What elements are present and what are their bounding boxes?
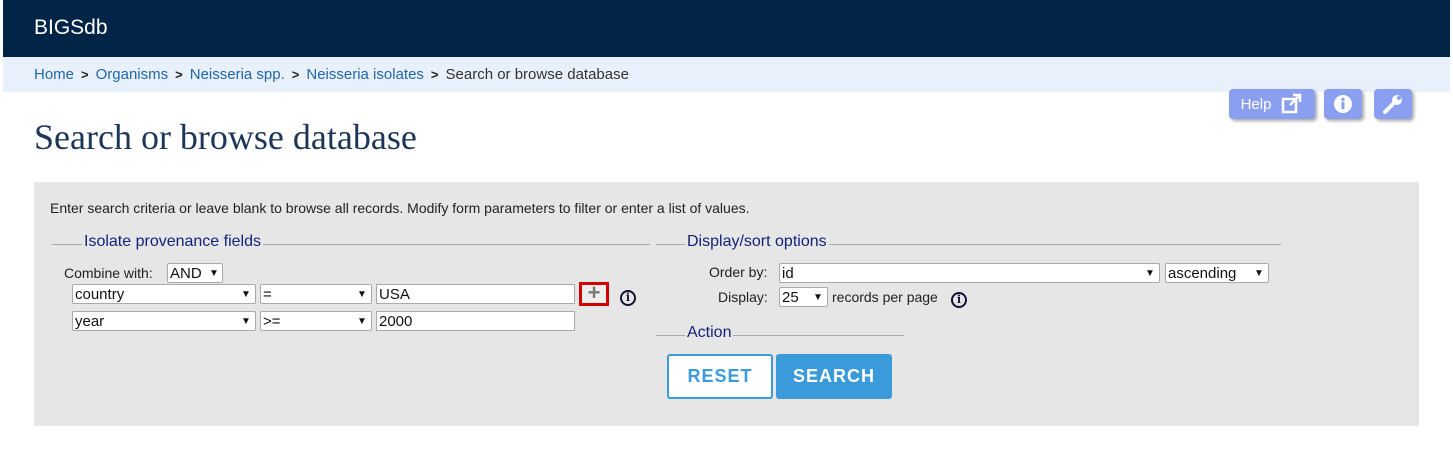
breadcrumb-neisseria-spp[interactable]: Neisseria spp. <box>190 66 285 83</box>
info-button[interactable] <box>1324 89 1362 119</box>
breadcrumb-current: Search or browse database <box>445 66 629 83</box>
combine-label: Combine with: <box>64 265 153 281</box>
wrench-icon <box>1383 95 1402 114</box>
field-select-2[interactable]: year <box>72 311 256 331</box>
value-input-2[interactable] <box>376 311 575 331</box>
admin-tools-button[interactable] <box>1374 89 1412 119</box>
info-circle-icon <box>1334 95 1352 113</box>
site-brand[interactable]: BIGSdb <box>34 16 108 40</box>
order-by-select[interactable]: id <box>779 263 1160 283</box>
combine-select[interactable]: AND <box>167 263 223 283</box>
external-link-icon <box>1282 93 1302 114</box>
records-per-page-select[interactable]: 25 <box>779 287 828 307</box>
provenance-legend: Isolate provenance fields <box>82 233 263 251</box>
breadcrumb-separator: > <box>430 67 439 82</box>
page-title: Search or browse database <box>34 117 417 157</box>
breadcrumb-neisseria-isolates[interactable]: Neisseria isolates <box>306 66 424 83</box>
display-label: Display: <box>718 289 768 305</box>
form-intro-text: Enter search criteria or leave blank to … <box>50 200 750 216</box>
help-button[interactable]: Help <box>1229 89 1315 119</box>
action-legend: Action <box>685 324 734 342</box>
site-header: BIGSdb <box>3 0 1450 57</box>
value-input-1[interactable] <box>376 284 575 304</box>
records-per-page-label: records per page <box>832 289 938 305</box>
add-row-button[interactable]: + <box>579 282 609 306</box>
display-legend: Display/sort options <box>685 233 829 251</box>
breadcrumb-home[interactable]: Home <box>34 66 74 83</box>
operator-select-1[interactable]: = <box>260 284 372 304</box>
info-icon[interactable]: i <box>620 290 636 306</box>
breadcrumb: Home > Organisms > Neisseria spp. > Neisseria … <box>3 57 1450 92</box>
info-icon[interactable]: i <box>951 292 967 308</box>
help-label: Help <box>1240 95 1272 113</box>
order-by-label: Order by: <box>709 264 768 280</box>
search-form-panel: Enter search criteria or leave blank to … <box>34 182 1419 426</box>
reset-button[interactable]: RESET <box>667 354 773 399</box>
breadcrumb-separator: > <box>291 67 300 82</box>
sort-direction-select[interactable]: ascending <box>1165 263 1269 283</box>
breadcrumb-organisms[interactable]: Organisms <box>96 66 169 83</box>
search-button[interactable]: SEARCH <box>776 354 892 399</box>
field-select-1[interactable]: country <box>72 284 256 304</box>
breadcrumb-separator: > <box>175 67 183 82</box>
operator-select-2[interactable]: >= <box>260 311 372 331</box>
plus-icon: + <box>587 280 601 305</box>
breadcrumb-separator: > <box>81 67 89 82</box>
